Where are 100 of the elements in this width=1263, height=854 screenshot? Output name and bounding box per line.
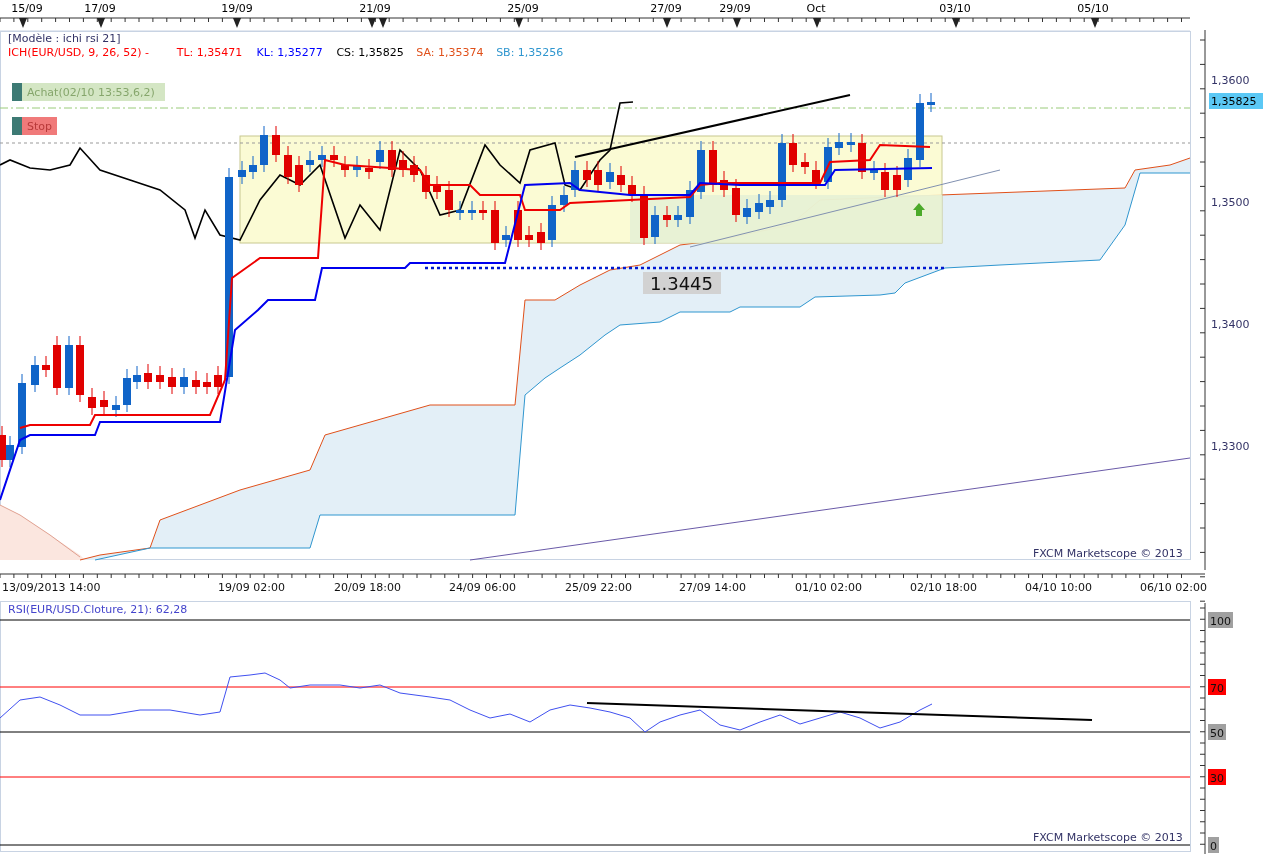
indicator-value: SB: 1,35256 bbox=[496, 46, 564, 59]
candlestick bbox=[330, 145, 338, 168]
time-label: 27/09 14:00 bbox=[679, 581, 746, 594]
indicator-value: TL: 1,35471 bbox=[176, 46, 243, 59]
candlestick bbox=[640, 185, 648, 246]
copyright-text: FXCM Marketscope © 2013 bbox=[1033, 831, 1183, 844]
candlestick bbox=[100, 390, 108, 415]
date-label: Oct bbox=[806, 2, 826, 15]
candlestick bbox=[53, 335, 61, 396]
candlestick bbox=[583, 160, 591, 188]
candlestick bbox=[686, 180, 694, 225]
price-label: 1,35825 bbox=[1211, 95, 1257, 108]
price-label: 1,3600 bbox=[1211, 74, 1250, 87]
date-label: 15/09 bbox=[11, 2, 43, 15]
rsi-level-label: 100 bbox=[1208, 612, 1233, 628]
candlestick bbox=[445, 180, 453, 218]
candlestick bbox=[214, 365, 222, 395]
candlestick bbox=[76, 335, 84, 403]
candlestick bbox=[697, 140, 705, 200]
candlestick bbox=[548, 195, 556, 248]
candlestick bbox=[617, 165, 625, 193]
candlestick bbox=[801, 152, 809, 175]
level-tag: 1.3445 bbox=[643, 272, 721, 294]
candlestick bbox=[272, 125, 280, 163]
candlestick bbox=[628, 175, 636, 203]
candlestick bbox=[858, 133, 866, 180]
candlestick bbox=[732, 178, 740, 223]
candlestick bbox=[904, 148, 912, 188]
candlestick bbox=[133, 365, 141, 390]
candlestick bbox=[525, 225, 533, 248]
candlestick bbox=[318, 145, 326, 168]
time-label: 24/09 06:00 bbox=[449, 581, 516, 594]
candlestick bbox=[88, 387, 96, 416]
date-label: 19/09 bbox=[221, 2, 253, 15]
candlestick bbox=[410, 155, 418, 183]
candlestick bbox=[755, 193, 763, 220]
price-label: 1,3500 bbox=[1211, 196, 1250, 209]
candlestick bbox=[537, 222, 545, 251]
date-label: 03/10 bbox=[939, 2, 971, 15]
candlestick bbox=[353, 155, 361, 178]
candlestick bbox=[238, 160, 246, 185]
candlestick bbox=[249, 155, 257, 180]
indicator-value: ICH(EUR/USD, 9, 26, 52) - bbox=[8, 46, 150, 59]
candlestick bbox=[31, 355, 39, 393]
candlestick bbox=[123, 368, 131, 413]
time-label: 20/09 18:00 bbox=[334, 581, 401, 594]
price-label: 1,3300 bbox=[1211, 440, 1250, 453]
time-label: 01/10 02:00 bbox=[795, 581, 862, 594]
candlestick bbox=[341, 155, 349, 178]
time-label: 25/09 22:00 bbox=[565, 581, 632, 594]
date-label: 21/09 bbox=[359, 2, 391, 15]
candlestick bbox=[260, 125, 268, 173]
candlestick bbox=[893, 165, 901, 198]
candlestick bbox=[365, 158, 373, 180]
indicator-value: CS: 1,35825 bbox=[336, 46, 404, 59]
candlestick bbox=[606, 162, 614, 190]
candlestick bbox=[789, 133, 797, 173]
candlestick bbox=[870, 160, 878, 181]
indicator-value: SA: 1,35374 bbox=[416, 46, 484, 59]
candlestick bbox=[514, 200, 522, 248]
candlestick bbox=[927, 92, 935, 113]
date-label: 25/09 bbox=[507, 2, 539, 15]
candlestick bbox=[812, 160, 820, 190]
candlestick bbox=[560, 185, 568, 213]
candlestick bbox=[479, 200, 487, 221]
candlestick bbox=[456, 200, 464, 221]
candlestick bbox=[674, 205, 682, 228]
candlestick bbox=[144, 363, 152, 390]
candlestick bbox=[835, 132, 843, 156]
time-label: 04/10 10:00 bbox=[1025, 581, 1092, 594]
date-label: 27/09 bbox=[650, 2, 682, 15]
rsi-title: RSI(EUR/USD.Cloture, 21): 62,28 bbox=[8, 603, 188, 616]
candlestick bbox=[663, 205, 671, 228]
candlestick bbox=[594, 160, 602, 193]
candlestick bbox=[112, 395, 120, 418]
date-label: 05/10 bbox=[1077, 2, 1109, 15]
copyright-text: FXCM Marketscope © 2013 bbox=[1033, 547, 1183, 560]
candlestick bbox=[881, 162, 889, 198]
candlestick bbox=[709, 140, 717, 193]
rsi-level-label: 70 bbox=[1208, 679, 1226, 695]
candlestick bbox=[284, 145, 292, 185]
candlestick bbox=[180, 367, 188, 395]
candlestick bbox=[502, 225, 510, 248]
up-arrow-icon bbox=[913, 203, 925, 216]
candlestick bbox=[491, 200, 499, 251]
indicator-value: KL: 1,35277 bbox=[256, 46, 323, 59]
candlestick bbox=[42, 355, 50, 378]
template-label: [Modèle : ichi rsi 21] bbox=[8, 32, 121, 45]
candlestick bbox=[388, 140, 396, 178]
time-label: 19/09 02:00 bbox=[218, 581, 285, 594]
candlestick bbox=[422, 165, 430, 200]
candlestick bbox=[651, 205, 659, 245]
candlestick bbox=[65, 335, 73, 396]
time-label: 13/09/2013 14:00 bbox=[2, 581, 101, 594]
date-label: 29/09 bbox=[719, 2, 751, 15]
candlestick bbox=[433, 175, 441, 200]
time-label: 02/10 18:00 bbox=[910, 581, 977, 594]
candlestick bbox=[168, 367, 176, 395]
candlestick bbox=[376, 140, 384, 170]
candlestick bbox=[824, 137, 832, 190]
